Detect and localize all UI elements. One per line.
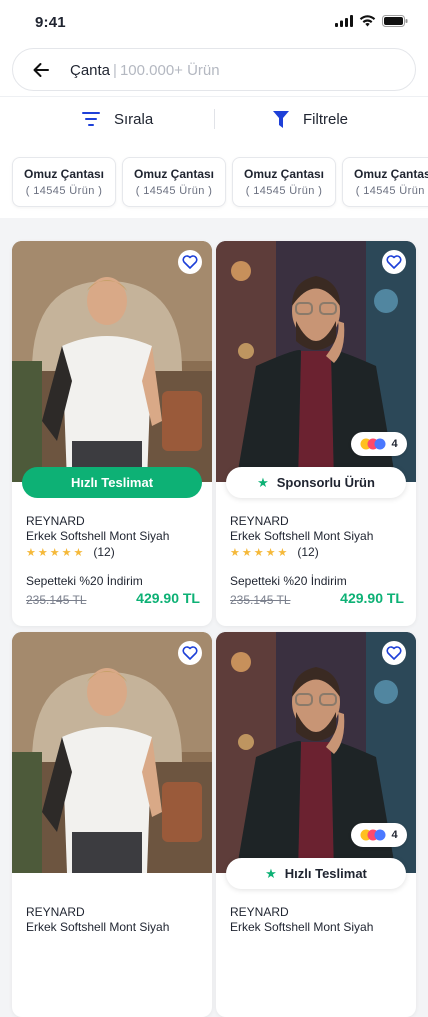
back-arrow-icon[interactable] [31, 60, 51, 80]
color-count: 4 [391, 829, 398, 841]
status-icons [335, 15, 408, 27]
product-image[interactable] [12, 241, 212, 482]
discount-text: Sepetteki %20 İndirim [26, 574, 143, 588]
heart-icon [386, 646, 402, 660]
favorite-button[interactable] [178, 641, 202, 665]
product-image[interactable] [12, 632, 212, 873]
price: 429.90 TL [136, 590, 200, 606]
star-icon: ★ [253, 546, 264, 559]
product-image[interactable]: 4 [216, 241, 416, 482]
star-icon: ★ [49, 546, 60, 559]
search-query: Çanta [70, 62, 111, 79]
search-placeholder: 100.000+ Ürün [119, 62, 220, 79]
product-name: Erkek Softshell Mont Siyah [230, 529, 374, 543]
discount-text: Sepetteki %20 İndirim [230, 574, 347, 588]
product-name: Erkek Softshell Mont Siyah [230, 920, 374, 934]
filter-label: Filtrele [303, 110, 349, 128]
rating-count: (12) [297, 545, 319, 559]
chip-count: ( 14545 Ürün ) [135, 185, 213, 197]
chip-count: ( 14545 Ürün ) [25, 185, 103, 197]
category-chips: Omuz Çantası ( 14545 Ürün ) Omuz Çantası (… [0, 140, 428, 218]
star-icon: ★ [37, 546, 48, 559]
star-icon: ★ [241, 546, 252, 559]
search-header: Çanta | 100.000+ Ürün [0, 44, 428, 96]
heart-icon [182, 646, 198, 660]
favorite-button[interactable] [382, 641, 406, 665]
search-separator: | [113, 62, 117, 79]
product-image[interactable]: 4 [216, 632, 416, 873]
battery-icon [382, 15, 408, 27]
product-card[interactable]: Hızlı Teslimat REYNARD Erkek Softshell M… [12, 241, 212, 626]
category-chip[interactable]: Omuz Çantası ( 14545 Ürün ) [122, 157, 226, 207]
color-options[interactable]: 4 [351, 432, 407, 456]
product-grid: Hızlı Teslimat REYNARD Erkek Softshell M… [0, 218, 428, 1017]
toolbar-divider [214, 109, 215, 129]
signal-icon [335, 15, 353, 27]
badge-label: Hızlı Teslimat [70, 475, 154, 490]
status-time: 9:41 [35, 14, 66, 31]
filter-icon [273, 110, 289, 128]
product-brand: REYNARD [26, 905, 85, 919]
sponsored-badge: ★ Sponsorlu Ürün [226, 467, 406, 498]
star-icon: ★ [73, 546, 84, 559]
product-rating: ★ ★ ★ ★ ★ (12) [26, 545, 115, 559]
color-count: 4 [391, 438, 398, 450]
star-icon: ★ [257, 474, 269, 490]
heart-icon [182, 255, 198, 269]
badge-label: Sponsorlu Ürün [276, 475, 375, 490]
category-chip[interactable]: Omuz Çantası ( 14545 Ürün ) [342, 157, 428, 207]
star-icon: ★ [61, 546, 72, 559]
product-name: Erkek Softshell Mont Siyah [26, 920, 170, 934]
color-options[interactable]: 4 [351, 823, 407, 847]
chip-count: ( 14545 Ürün ) [245, 185, 323, 197]
sort-filter-bar: Sırala Filtrele [0, 96, 428, 140]
wifi-icon [359, 15, 376, 27]
favorite-button[interactable] [382, 250, 406, 274]
star-icon: ★ [265, 546, 276, 559]
filter-button[interactable]: Filtrele [273, 97, 348, 141]
old-price: 235.145 TL [26, 593, 87, 607]
category-chip[interactable]: Omuz Çantası ( 14545 Ürün ) [232, 157, 336, 207]
sort-label: Sırala [114, 110, 154, 128]
old-price: 235.145 TL [230, 593, 291, 607]
star-icon: ★ [230, 546, 240, 559]
star-icon: ★ [265, 865, 277, 881]
sort-button[interactable]: Sırala [82, 97, 153, 141]
product-card[interactable]: 4 ★ Hızlı Teslimat REYNARD Erkek Softshe… [216, 632, 416, 1017]
status-bar: 9:41 [0, 0, 428, 44]
rating-count: (12) [93, 545, 115, 559]
price: 429.90 TL [340, 590, 404, 606]
search-text[interactable]: Çanta | 100.000+ Ürün [70, 62, 220, 79]
favorite-button[interactable] [178, 250, 202, 274]
heart-icon [386, 255, 402, 269]
product-card[interactable]: REYNARD Erkek Softshell Mont Siyah [12, 632, 212, 1017]
color-swatches-icon [360, 438, 386, 450]
chip-title: Omuz Çantası [133, 167, 214, 181]
star-icon: ★ [26, 546, 36, 559]
product-brand: REYNARD [230, 514, 289, 528]
product-brand: REYNARD [230, 905, 289, 919]
star-icon: ★ [277, 546, 288, 559]
badge-label: Hızlı Teslimat [284, 866, 367, 881]
chip-title: Omuz Çantası [23, 167, 104, 181]
product-brand: REYNARD [26, 514, 85, 528]
chip-title: Omuz Çantası [353, 167, 428, 181]
product-card[interactable]: 4 ★ Sponsorlu Ürün REYNARD Erkek Softshe… [216, 241, 416, 626]
product-rating: ★ ★ ★ ★ ★ (12) [230, 545, 319, 559]
chip-title: Omuz Çantası [243, 167, 324, 181]
search-input[interactable]: Çanta | 100.000+ Ürün [12, 48, 416, 91]
sort-icon [82, 112, 100, 126]
color-swatches-icon [360, 829, 386, 841]
product-name: Erkek Softshell Mont Siyah [26, 529, 170, 543]
fast-delivery-badge: Hızlı Teslimat [22, 467, 202, 498]
chip-count: ( 14545 Ürün ) [355, 185, 428, 197]
category-chip[interactable]: Omuz Çantası ( 14545 Ürün ) [12, 157, 116, 207]
fast-delivery-badge: ★ Hızlı Teslimat [226, 858, 406, 889]
